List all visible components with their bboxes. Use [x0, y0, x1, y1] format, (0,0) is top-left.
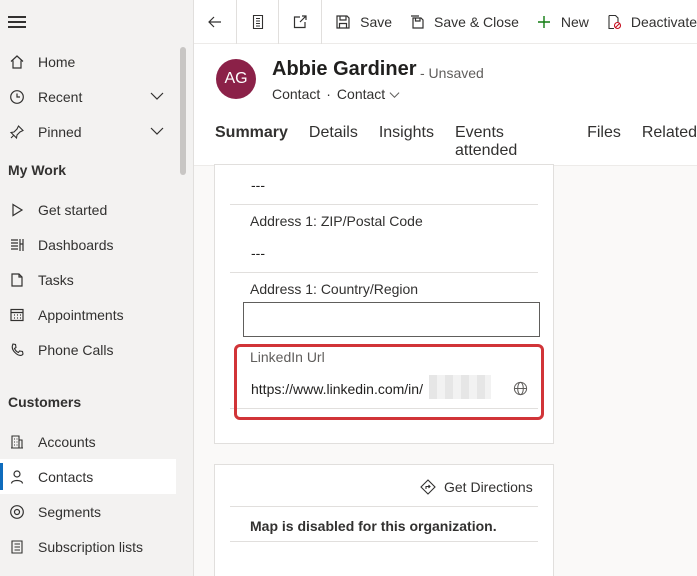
nav-item-appointments[interactable]: Appointments — [0, 297, 176, 332]
tab-files[interactable]: Files — [587, 124, 621, 170]
section-title-my-work: My Work — [8, 162, 67, 178]
deactivate-icon — [605, 13, 623, 31]
nav-item-contacts[interactable]: Contacts — [0, 459, 176, 494]
deactivate-label: Deactivate — [630, 13, 697, 30]
form-view-button[interactable] — [237, 0, 279, 44]
save-button[interactable]: Save — [322, 0, 408, 44]
previous-field-value[interactable]: --- — [251, 177, 265, 193]
nav-item-dashboards[interactable]: Dashboards — [0, 227, 176, 262]
nav-item-home[interactable]: Home — [0, 44, 176, 79]
highlight-box — [234, 344, 544, 420]
phone-icon — [8, 341, 26, 359]
divider — [230, 506, 538, 507]
record-title: Abbie Gardiner — [272, 58, 417, 80]
entity-name: Contact — [272, 86, 321, 102]
divider — [230, 272, 538, 273]
chevron-down-icon[interactable] — [150, 124, 164, 138]
directions-icon — [420, 479, 436, 495]
chevron-down-icon — [389, 91, 400, 98]
plus-icon — [535, 13, 553, 31]
sidebar-scrollbar[interactable] — [180, 47, 186, 175]
save-close-icon — [408, 13, 426, 31]
nav-item-accounts[interactable]: Accounts — [0, 424, 176, 459]
nav-item-label: Recent — [38, 88, 83, 105]
nav-item-label: Pinned — [38, 123, 82, 140]
home-icon — [8, 53, 26, 71]
play-icon — [8, 201, 26, 219]
nav-item-segments[interactable]: Segments — [0, 494, 176, 529]
form-content: --- Address 1: ZIP/Postal Code --- Addre… — [194, 164, 697, 576]
section-title-customers: Customers — [8, 394, 82, 410]
nav-item-label: Tasks — [38, 271, 74, 288]
pin-icon — [8, 123, 26, 141]
divider — [230, 204, 538, 205]
hamburger-menu-icon[interactable] — [8, 13, 26, 31]
get-directions-button[interactable]: Get Directions — [420, 479, 533, 495]
save-label: Save — [360, 13, 393, 30]
task-icon — [8, 271, 26, 289]
get-directions-label: Get Directions — [444, 479, 533, 495]
zip-label: Address 1: ZIP/Postal Code — [250, 213, 423, 229]
open-in-new-window-icon — [294, 14, 307, 28]
avatar: AG — [216, 59, 256, 99]
deactivate-button[interactable]: Deactivate — [605, 0, 697, 44]
clock-icon — [8, 88, 26, 106]
form-name: Contact — [336, 86, 386, 102]
calendar-icon — [8, 306, 26, 324]
nav-item-label: Get started — [38, 201, 108, 218]
document-icon — [252, 14, 263, 29]
nav-item-label: Contacts — [38, 468, 94, 485]
country-label: Address 1: Country/Region — [250, 281, 419, 297]
nav-item-get-started[interactable]: Get started — [0, 192, 176, 227]
person-icon — [8, 468, 26, 486]
site-map-sidebar: Home Recent Pinned My Work Get started D… — [0, 0, 194, 576]
address-section: --- Address 1: ZIP/Postal Code --- Addre… — [214, 164, 554, 444]
nav-item-label: Home — [38, 53, 76, 70]
nav-item-label: Appointments — [38, 306, 124, 323]
nav-item-pinned[interactable]: Pinned — [0, 114, 176, 149]
building-icon — [8, 433, 26, 451]
record-meta: Contact · Contact — [272, 86, 400, 102]
list-icon — [8, 538, 26, 556]
save-close-label: Save & Close — [434, 13, 519, 30]
back-button[interactable] — [194, 0, 236, 44]
divider — [230, 541, 538, 542]
chevron-down-icon[interactable] — [150, 89, 164, 103]
map-section: Get Directions Map is disabled for this … — [214, 464, 554, 576]
back-arrow-icon — [207, 16, 221, 27]
segments-icon — [8, 503, 26, 521]
record-header: AG Abbie Gardiner - Unsaved Contact · Co… — [194, 44, 697, 170]
map-disabled-message: Map is disabled for this organization. — [250, 518, 497, 534]
nav-item-label: Accounts — [38, 433, 96, 450]
nav-item-phone-calls[interactable]: Phone Calls — [0, 332, 176, 367]
nav-item-label: Segments — [38, 503, 102, 520]
record-save-status: - Unsaved — [420, 65, 484, 81]
nav-item-label: Dashboards — [38, 236, 114, 253]
form-selector[interactable]: Contact — [337, 86, 400, 102]
save-close-button[interactable]: Save & Close — [408, 0, 535, 44]
save-icon — [334, 13, 352, 31]
open-new-window-button[interactable] — [279, 0, 321, 44]
dashboard-icon — [8, 236, 26, 254]
nav-item-recent[interactable]: Recent — [0, 79, 176, 114]
meta-separator: · — [326, 86, 331, 102]
nav-item-label: Phone Calls — [38, 341, 114, 358]
country-field[interactable] — [243, 302, 540, 337]
nav-item-tasks[interactable]: Tasks — [0, 262, 176, 297]
new-label: New — [560, 13, 589, 30]
nav-item-subscription-lists[interactable]: Subscription lists — [0, 529, 176, 564]
command-bar: Save Save & Close New Deactivate — [194, 0, 697, 44]
zip-field[interactable]: --- — [251, 245, 265, 261]
nav-item-label: Subscription lists — [38, 538, 144, 555]
new-button[interactable]: New — [535, 0, 605, 44]
tab-related[interactable]: Related — [642, 124, 697, 170]
